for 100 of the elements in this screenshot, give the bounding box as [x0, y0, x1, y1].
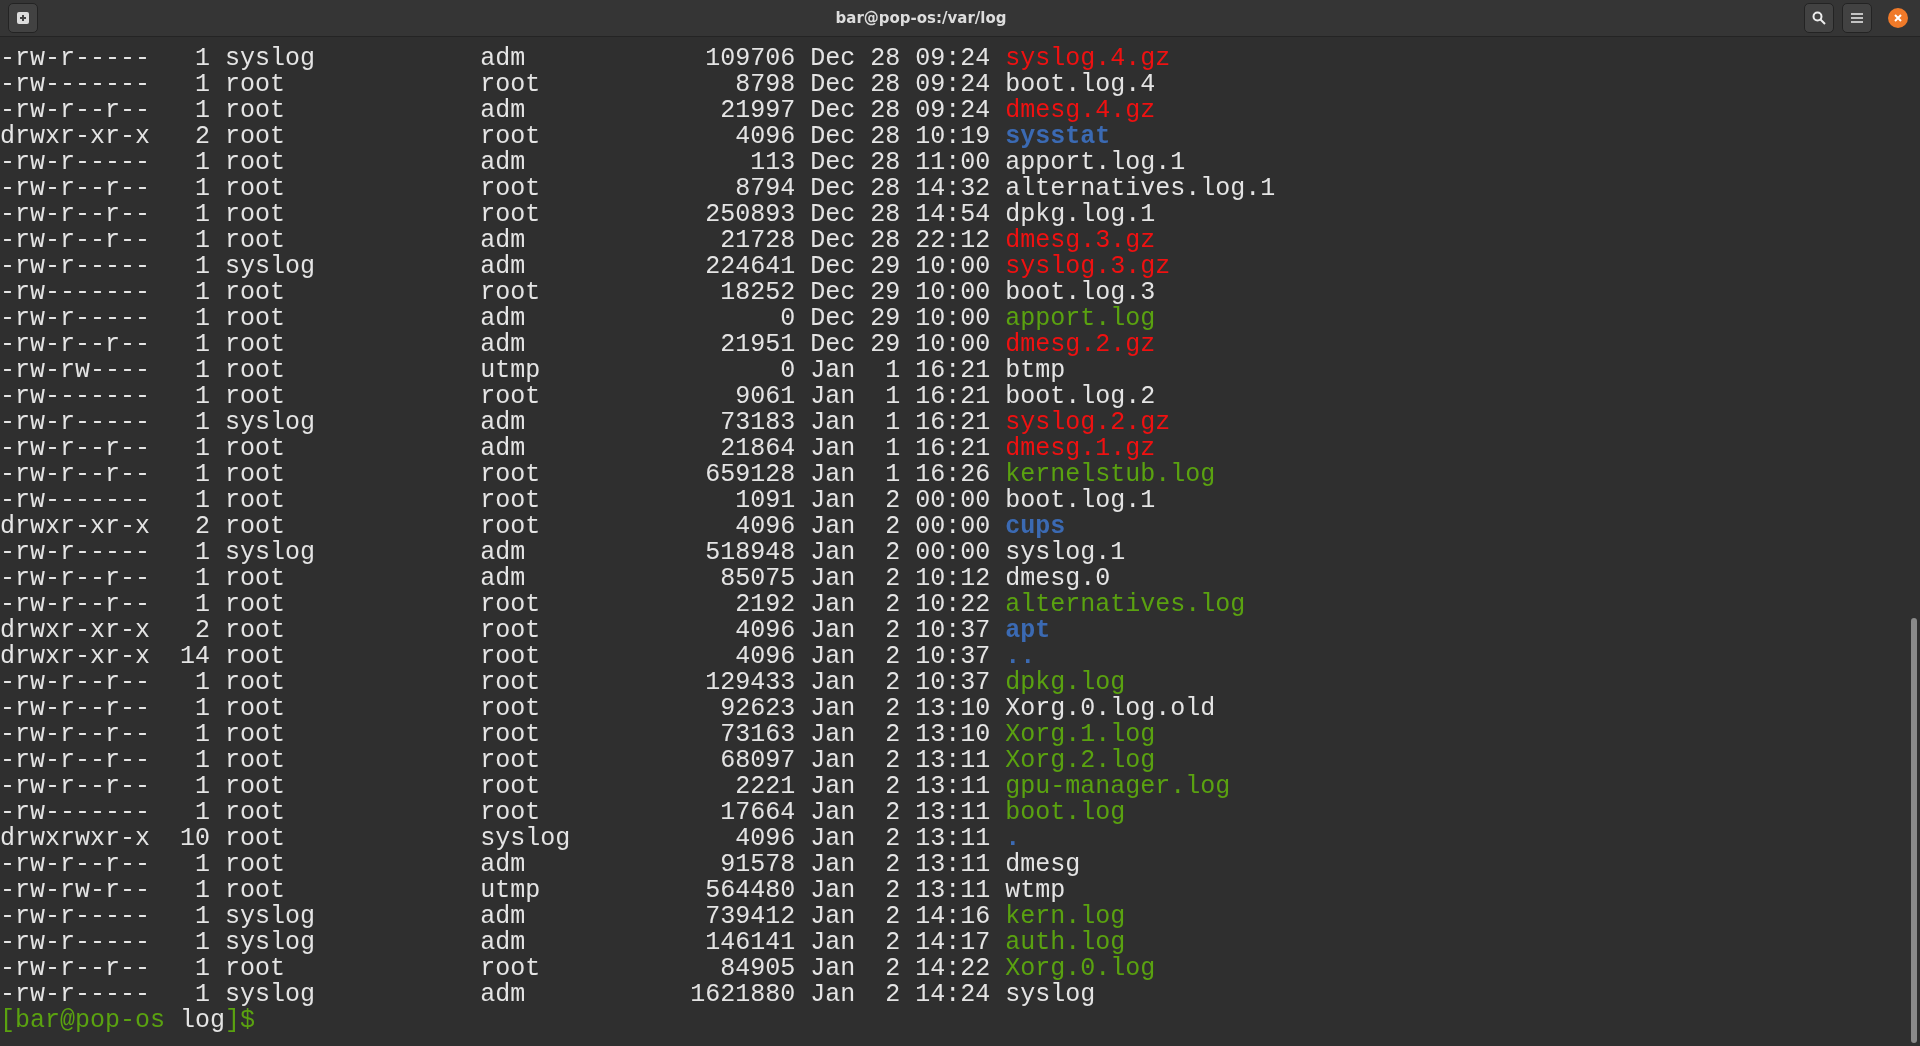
- file-name: sysstat: [1005, 124, 1111, 150]
- permissions: -rw-r--r--: [0, 852, 151, 878]
- modified-time: 00:00: [915, 514, 991, 540]
- permissions: -rw-r--r--: [0, 462, 151, 488]
- file-size: 21997: [720, 98, 796, 124]
- new-tab-button[interactable]: [8, 3, 38, 33]
- group-name: adm: [480, 566, 526, 592]
- link-count: 1: [195, 592, 211, 618]
- file-size: 73183: [720, 410, 796, 436]
- group-name: root: [480, 462, 541, 488]
- modified-date: Dec 29: [810, 254, 901, 280]
- permissions: -rw-r--r--: [0, 176, 151, 202]
- group-name: utmp: [480, 878, 541, 904]
- group-name: root: [480, 670, 541, 696]
- group-name: adm: [480, 46, 526, 72]
- modified-date: Jan 2: [810, 644, 901, 670]
- prompt-symbol: ]$: [225, 1008, 256, 1034]
- owner-name: root: [225, 956, 286, 982]
- group-name: adm: [480, 228, 526, 254]
- group-name: root: [480, 956, 541, 982]
- group-name: root: [480, 618, 541, 644]
- modified-time: 16:26: [915, 462, 991, 488]
- group-name: root: [480, 722, 541, 748]
- link-count: 2: [195, 514, 211, 540]
- owner-name: root: [225, 202, 286, 228]
- file-size: 8794: [735, 176, 796, 202]
- permissions: -rw-r-----: [0, 904, 151, 930]
- link-count: 1: [195, 306, 211, 332]
- search-button[interactable]: [1804, 3, 1834, 33]
- modified-time: 14:16: [915, 904, 991, 930]
- modified-time: 00:00: [915, 488, 991, 514]
- file-name: dmesg.1.gz: [1005, 436, 1156, 462]
- permissions: -rw-r-----: [0, 306, 151, 332]
- owner-name: root: [225, 150, 286, 176]
- permissions: -rw-r--r--: [0, 722, 151, 748]
- file-size: 68097: [720, 748, 796, 774]
- file-name: kern.log: [1005, 904, 1126, 930]
- modified-date: Jan 2: [810, 618, 901, 644]
- link-count: 1: [195, 462, 211, 488]
- owner-name: root: [225, 670, 286, 696]
- modified-time: 16:21: [915, 358, 991, 384]
- file-name: apport.log: [1005, 306, 1156, 332]
- file-name: Xorg.2.log: [1005, 748, 1156, 774]
- file-size: 4096: [735, 124, 796, 150]
- permissions: -rw-r-----: [0, 930, 151, 956]
- modified-time: 10:22: [915, 592, 991, 618]
- owner-name: root: [225, 696, 286, 722]
- modified-time: 10:00: [915, 306, 991, 332]
- file-size: 659128: [705, 462, 796, 488]
- file-name: boot.log: [1005, 800, 1126, 826]
- file-name: .: [1005, 826, 1021, 852]
- permissions: -rw-r-----: [0, 410, 151, 436]
- group-name: root: [480, 384, 541, 410]
- modified-time: 14:22: [915, 956, 991, 982]
- modified-date: Dec 28: [810, 150, 901, 176]
- file-name: boot.log.2: [1005, 384, 1156, 410]
- permissions: drwxr-xr-x: [0, 644, 151, 670]
- permissions: -rw-rw-r--: [0, 878, 151, 904]
- file-size: 113: [750, 150, 796, 176]
- file-name: syslog.2.gz: [1005, 410, 1171, 436]
- permissions: -rw-r-----: [0, 982, 151, 1008]
- prompt-user-host: [bar@pop-os: [0, 1008, 166, 1034]
- group-name: root: [480, 176, 541, 202]
- group-name: adm: [480, 540, 526, 566]
- modified-time: 14:17: [915, 930, 991, 956]
- modified-date: Jan 2: [810, 540, 901, 566]
- group-name: adm: [480, 306, 526, 332]
- link-count: 2: [195, 124, 211, 150]
- group-name: adm: [480, 410, 526, 436]
- link-count: 1: [195, 800, 211, 826]
- modified-time: 14:24: [915, 982, 991, 1008]
- scrollbar[interactable]: [1911, 618, 1917, 1043]
- file-size: 8798: [735, 72, 796, 98]
- group-name: adm: [480, 930, 526, 956]
- permissions: -rw-r--r--: [0, 566, 151, 592]
- menu-button[interactable]: [1842, 3, 1872, 33]
- modified-date: Jan 2: [810, 878, 901, 904]
- permissions: -rw-r-----: [0, 254, 151, 280]
- modified-date: Jan 1: [810, 358, 901, 384]
- permissions: -rw-r--r--: [0, 748, 151, 774]
- modified-time: 16:21: [915, 410, 991, 436]
- owner-name: syslog: [225, 46, 316, 72]
- modified-date: Jan 2: [810, 774, 901, 800]
- modified-time: 13:11: [915, 800, 991, 826]
- owner-name: root: [225, 748, 286, 774]
- group-name: root: [480, 592, 541, 618]
- modified-date: Jan 2: [810, 956, 901, 982]
- modified-date: Jan 2: [810, 826, 901, 852]
- owner-name: root: [225, 566, 286, 592]
- permissions: -rw-r--r--: [0, 228, 151, 254]
- owner-name: root: [225, 878, 286, 904]
- owner-name: root: [225, 800, 286, 826]
- close-button[interactable]: [1888, 8, 1908, 28]
- modified-date: Jan 2: [810, 748, 901, 774]
- prompt-directory: log: [180, 1008, 226, 1034]
- modified-time: 13:10: [915, 696, 991, 722]
- file-size: 0: [780, 358, 796, 384]
- modified-time: 14:32: [915, 176, 991, 202]
- permissions: -rw-r--r--: [0, 202, 151, 228]
- permissions: drwxr-xr-x: [0, 124, 151, 150]
